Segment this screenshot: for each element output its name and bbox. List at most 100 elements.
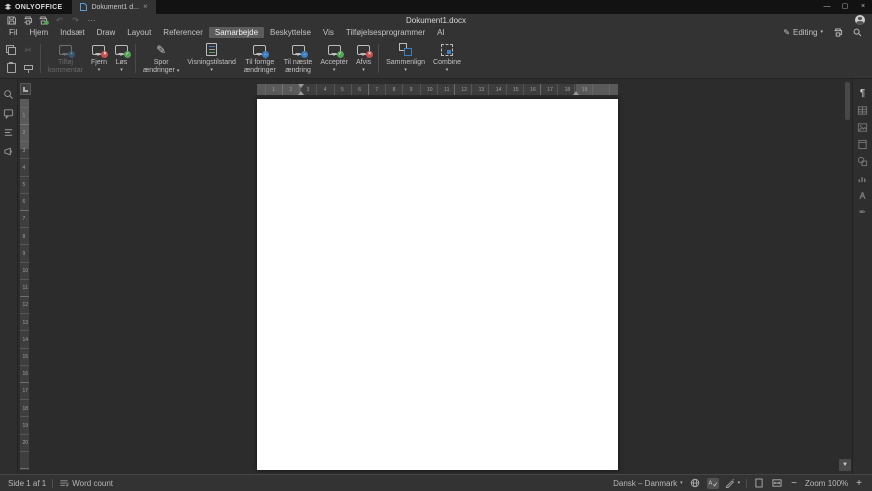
add-comment-button[interactable]: + Tilføj kommentar [44, 40, 87, 77]
tab-samarbejde[interactable]: Samarbejde [208, 26, 265, 38]
ink-tools-button[interactable]: ▾ [725, 478, 740, 488]
quick-print-icon[interactable] [37, 15, 50, 26]
tab-tilfoejelsesprogrammer[interactable]: Tilføjelsesprogrammer [340, 27, 431, 38]
left-sidebar [0, 79, 18, 474]
tab-hjem[interactable]: Hjem [23, 27, 54, 38]
v-ruler[interactable]: 1 2 3 4 5 6 7 8 9 10 11 12 13 14 15 16 17 18 19 20 [20, 99, 29, 470]
paste-icon[interactable] [3, 59, 19, 76]
resolve-comment-button[interactable]: ✓ Løs ▾ [111, 40, 132, 77]
fit-width-icon [772, 479, 782, 487]
status-left: Side 1 af 1 Word count [0, 478, 113, 488]
editing-mode-dropdown[interactable]: ✎ Editing ▾ [783, 28, 823, 37]
maximize-button[interactable]: ▢ [836, 0, 854, 14]
signature-settings-icon[interactable]: ✒ [856, 206, 869, 218]
fit-page-button[interactable] [753, 478, 765, 489]
user-avatar[interactable] [855, 15, 865, 25]
feedback-support-icon[interactable] [2, 145, 15, 157]
chevron-down-icon: ▾ [120, 67, 123, 73]
redo-icon[interactable]: ↷ [69, 15, 82, 26]
left-tab-stop-icon [23, 86, 28, 92]
language-selector[interactable]: Dansk – Danmark ▾ [613, 479, 683, 488]
onlyoffice-logo-icon [4, 3, 12, 11]
next-change-button[interactable]: → Til næste ændring [280, 40, 317, 77]
undo-icon[interactable]: ↶ [53, 15, 66, 26]
table-settings-icon[interactable] [856, 104, 869, 116]
right-indent-marker[interactable] [573, 88, 579, 95]
reject-change-button[interactable]: × Afvis ▾ [352, 40, 375, 77]
previous-change-button[interactable]: ← Til forrige ændringer [240, 40, 280, 77]
more-actions-icon[interactable]: ··· [85, 15, 98, 26]
svg-text:A: A [708, 480, 712, 486]
navigation-panel-icon[interactable] [2, 126, 15, 138]
tab-close-icon[interactable]: × [143, 0, 148, 14]
tab-beskyttelse[interactable]: Beskyttelse [264, 27, 317, 38]
copy-style-icon[interactable] [20, 59, 36, 76]
minimize-button[interactable]: — [818, 0, 836, 14]
tab-layout[interactable]: Layout [121, 27, 157, 38]
globe-icon [690, 478, 699, 488]
chevron-down-icon: ▾ [445, 67, 449, 73]
cut-icon[interactable]: ✂ [20, 41, 36, 58]
text-art-settings-icon[interactable]: A [856, 189, 869, 201]
copy-icon[interactable] [3, 41, 19, 58]
resolve-comment-label: Løs [115, 59, 128, 66]
compare-button[interactable]: Sammenlign ▾ [382, 40, 429, 77]
accept-change-button[interactable]: ✓ Acceptér ▾ [316, 40, 352, 77]
document-language-button[interactable] [689, 478, 701, 489]
titlebar: ONLYOFFICE Dokument1 d... × — ▢ × [0, 0, 872, 14]
combine-button[interactable]: Combine ▾ [429, 40, 465, 77]
previous-change-label-2: ændringer [243, 67, 276, 74]
vertical-scrollbar[interactable] [844, 79, 850, 474]
search-panel-icon[interactable] [2, 88, 15, 100]
remove-comment-icon: × [92, 42, 109, 58]
scroll-down-button[interactable]: ▼ [839, 459, 851, 471]
tab-stop-selector[interactable] [20, 83, 31, 95]
combine-label: Combine [433, 59, 462, 66]
close-button[interactable]: × [854, 0, 872, 14]
editor-canvas[interactable]: 1 2 3 4 5 6 7 8 9 10 11 12 13 14 15 16 17 18 19 1234567891… [19, 79, 851, 474]
zoom-out-button[interactable]: − [789, 478, 799, 489]
fit-width-button[interactable] [771, 478, 783, 489]
edit-pencil-icon: ✎ [783, 27, 791, 37]
main-area: 1 2 3 4 5 6 7 8 9 10 11 12 13 14 15 16 17 18 19 1234567891… [0, 79, 872, 474]
header-footer-settings-icon[interactable] [856, 138, 869, 150]
tab-fil[interactable]: Fil [3, 27, 23, 38]
spell-check-button[interactable]: A [706, 477, 719, 489]
previous-change-label-1: Til forrige [245, 59, 275, 66]
search-icon[interactable] [852, 27, 863, 37]
menu-tab-bar: Fil Hjem Indsæt Draw Layout Referencer S… [0, 26, 872, 38]
shape-settings-icon[interactable] [856, 155, 869, 167]
tab-vis[interactable]: Vis [317, 27, 340, 38]
quick-access-toolbar: ↶ ↷ ··· [0, 15, 98, 26]
tab-draw[interactable]: Draw [91, 27, 122, 38]
spell-check-icon: A [708, 480, 717, 486]
comments-panel-icon[interactable] [2, 107, 15, 119]
editing-mode-label: Editing [793, 27, 818, 37]
next-change-label-1: Til næste [283, 59, 313, 66]
tab-indsaet[interactable]: Indsæt [54, 27, 90, 38]
tab-referencer[interactable]: Referencer [157, 27, 209, 38]
image-settings-icon[interactable] [856, 121, 869, 133]
document-tab[interactable]: Dokument1 d... × [72, 0, 156, 14]
track-changes-button[interactable]: ✎ Spor ændringer ▾ [139, 40, 183, 77]
page-number-status[interactable]: Side 1 af 1 [8, 479, 46, 488]
chart-settings-icon[interactable] [856, 172, 869, 184]
tab-ai[interactable]: AI [431, 27, 451, 38]
h-ruler[interactable]: 1 2 3 4 5 6 7 8 9 10 11 12 13 14 15 16 17 18 19 [257, 84, 618, 95]
word-count-button[interactable]: Word count [59, 479, 113, 488]
remove-comment-button[interactable]: × Fjern ▾ [87, 40, 111, 77]
display-mode-label: Visningstilstand [187, 59, 236, 66]
print-file-icon[interactable] [832, 27, 843, 37]
reject-change-icon: × [357, 42, 374, 58]
print-icon[interactable] [21, 15, 34, 26]
accept-change-icon: ✓ [327, 42, 344, 58]
zoom-in-button[interactable]: + [854, 478, 864, 489]
document-page[interactable] [257, 99, 618, 470]
right-sidebar: ¶ A ✒ [852, 79, 872, 474]
save-icon[interactable] [5, 15, 18, 26]
left-indent-marker[interactable] [298, 88, 304, 95]
track-changes-label-1: Spor [153, 59, 169, 66]
paragraph-settings-icon[interactable]: ¶ [856, 87, 869, 99]
display-mode-button[interactable]: Visningstilstand ▾ [183, 40, 240, 77]
scrollbar-thumb[interactable] [845, 82, 850, 120]
